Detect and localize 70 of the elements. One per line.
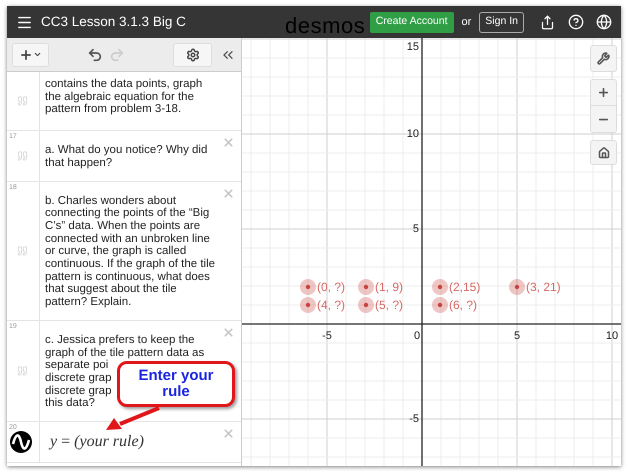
data-point[interactable]	[432, 279, 448, 295]
data-point[interactable]	[300, 297, 316, 313]
data-point[interactable]	[300, 279, 316, 295]
help-icon[interactable]	[568, 14, 584, 30]
plus-icon	[597, 86, 610, 99]
expression-input[interactable]: y = (your rule)	[40, 422, 144, 462]
point-label: (4, ?)	[317, 297, 346, 314]
undo-icon[interactable]	[87, 46, 103, 62]
point-label: (6, ?)	[449, 297, 478, 314]
point-label: (5, ?)	[375, 297, 404, 314]
note-line: continuous. If the graph of the tile	[45, 258, 216, 271]
note-item[interactable]: contains the data points, graph the algebraic equation for the pattern from problem 3-18.	[7, 72, 241, 132]
note-line: connecting the points of the “Big	[45, 207, 210, 220]
quote-icon	[17, 365, 28, 376]
share-icon[interactable]	[540, 14, 555, 30]
globe-icon[interactable]	[596, 14, 612, 30]
note-line: a. What do you notice? Why did	[45, 144, 208, 157]
wave-icon	[10, 431, 32, 454]
axis-tick-label: 5	[514, 329, 520, 344]
quote-icon	[17, 96, 28, 107]
point-label: (2,15)	[449, 279, 480, 296]
note-line: pattern? Explain.	[45, 296, 132, 309]
axis-tick-label: -5	[409, 412, 419, 427]
data-point[interactable]	[358, 297, 374, 313]
point-label: (3, 21)	[526, 279, 561, 296]
callout-arrow	[104, 407, 162, 431]
note-line: contains the data points, graph	[45, 78, 202, 91]
note-line: that suggest about the tile	[45, 283, 177, 296]
note-line: this data?	[45, 397, 95, 410]
axis-tick-label: 10	[606, 329, 618, 344]
settings-button[interactable]	[173, 42, 212, 66]
axis-tick-label: 0	[414, 329, 420, 344]
quote-icon	[17, 150, 28, 162]
note-line: b. Charles wonders about	[45, 194, 176, 208]
point-label: (1, 9)	[375, 279, 404, 296]
axis-tick-label: -5	[322, 329, 332, 344]
note-line: pattern from problem 3-18.	[45, 103, 182, 116]
data-point[interactable]	[432, 297, 448, 313]
or-text: or	[462, 14, 472, 30]
data-point[interactable]	[509, 279, 525, 295]
settings-icon	[186, 48, 200, 62]
sign-in-button[interactable]: Sign In	[479, 12, 524, 32]
note-line: discrete grap	[45, 384, 112, 398]
callout-tooltip: Enter your rule	[117, 361, 235, 407]
axis-tick-label: 15	[406, 40, 419, 55]
note-line: discrete grap	[45, 372, 112, 385]
note-line: separate poi	[45, 359, 108, 372]
axis-tick-label: 5	[412, 222, 419, 237]
note-line: C’s” data. When the points are	[45, 220, 200, 233]
note-line: graph of the tile pattern data as	[45, 346, 204, 360]
note-line: c. Jessica prefers to keep the	[45, 334, 195, 347]
axis-tick-label: 10	[406, 126, 419, 142]
note-line: pattern is continuous, what does	[45, 270, 210, 284]
wrench-icon	[597, 52, 610, 65]
note-line: connected with an unbroken line	[45, 232, 210, 246]
add-button[interactable]	[12, 42, 49, 66]
home-icon	[598, 146, 610, 158]
graph-title: CC3 Lesson 3.1.3 Big C	[41, 12, 186, 31]
wrench-button[interactable]	[590, 45, 617, 72]
note-line: or curve, the graph is called	[45, 245, 186, 258]
point-label: (0, ?)	[317, 279, 346, 296]
plus-icon	[19, 48, 33, 62]
data-point[interactable]	[358, 279, 374, 295]
quote-icon	[17, 245, 28, 256]
zoom-in-button[interactable]	[590, 79, 617, 106]
home-button[interactable]	[590, 140, 617, 165]
note-line: the algebraic equation for the	[45, 90, 194, 104]
note-item[interactable]	[7, 182, 241, 321]
caret-icon	[33, 50, 42, 59]
note-line: that happen?	[45, 156, 112, 170]
